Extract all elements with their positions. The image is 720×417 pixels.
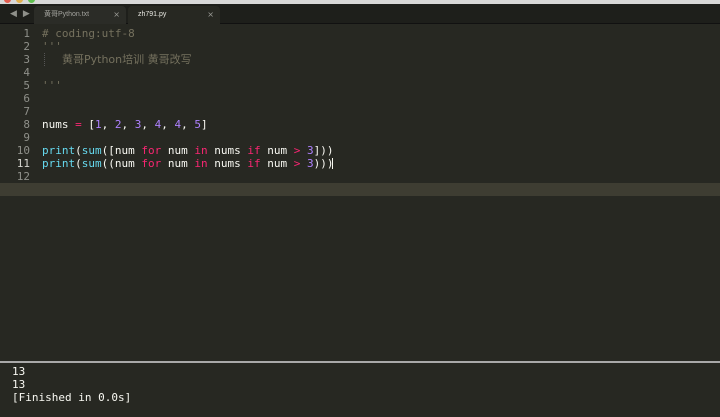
number-token: 3 xyxy=(307,157,314,170)
bracket-token: (( xyxy=(101,157,115,170)
builtin-token: print xyxy=(42,157,76,170)
number-token: 4 xyxy=(174,118,182,131)
tab-label: 黄哥Python.txt xyxy=(44,11,90,18)
docstring-close-token: ''' xyxy=(42,79,62,92)
line-number: 3 xyxy=(23,53,30,66)
line-number-gutter: 1 2 3 4 5 6 7 8 9 10 11 12 xyxy=(0,25,38,361)
tab-label: zh791.py xyxy=(138,11,167,18)
tab-close-icon[interactable]: × xyxy=(207,6,214,24)
variable-token: num xyxy=(114,157,135,170)
tab-close-icon[interactable]: × xyxy=(113,6,120,24)
docstring-open-token: ''' xyxy=(42,40,62,53)
variable-token: num xyxy=(267,144,288,157)
line-number: 4 xyxy=(23,66,30,79)
line-number: 5 xyxy=(23,79,30,92)
indent-guide xyxy=(44,53,45,66)
variable-token: nums xyxy=(214,157,241,170)
tab-huangge-python-txt[interactable]: 黄哥Python.txt × xyxy=(34,6,126,24)
line-number-current: 11 xyxy=(16,157,30,170)
keyword-token: in xyxy=(194,144,208,157)
line-number: 12 xyxy=(16,170,30,183)
number-token: 4 xyxy=(154,118,162,131)
output-status-line: [Finished in 0.0s] xyxy=(12,391,132,404)
bracket-token: ])) xyxy=(313,144,334,157)
variable-token: num xyxy=(114,144,135,157)
current-line-highlight xyxy=(0,183,720,196)
operator-token: > xyxy=(293,157,301,170)
bracket-token: ))) xyxy=(313,157,334,170)
code-editor[interactable]: 1 2 3 4 5 6 7 8 9 10 11 12 # coding:utf-… xyxy=(0,25,720,361)
number-token: 5 xyxy=(194,118,201,131)
text-cursor xyxy=(332,158,333,169)
bracket-token: ([ xyxy=(101,144,115,157)
variable-token: nums xyxy=(214,144,241,157)
code-line-3: 黄哥Python培训 黄哥改写 xyxy=(62,53,192,66)
line-number: 1 xyxy=(23,27,30,40)
operator-token: = xyxy=(75,118,82,131)
close-window-icon[interactable] xyxy=(4,0,11,3)
builtin-token: print xyxy=(42,144,76,157)
code-line-5: ''' xyxy=(42,79,62,92)
line-number: 8 xyxy=(23,118,30,131)
build-output-panel: 13 13 [Finished in 0.0s] xyxy=(0,363,720,417)
number-token: 1 xyxy=(95,118,102,131)
number-token: 3 xyxy=(307,144,314,157)
keyword-token: for xyxy=(141,144,162,157)
builtin-token: sum xyxy=(81,157,102,170)
back-arrow-icon[interactable]: ◀ xyxy=(10,8,17,20)
zoom-window-icon[interactable] xyxy=(28,0,35,3)
forward-arrow-icon[interactable]: ▶ xyxy=(23,8,30,20)
code-line-8: nums = [1, 2, 3, 4, 4, 5] xyxy=(42,118,208,131)
code-line-11: print(sum((num for num in nums if num > … xyxy=(42,157,334,170)
tab-zh791-py[interactable]: zh791.py × xyxy=(128,6,220,24)
line-number: 7 xyxy=(23,105,30,118)
keyword-token: in xyxy=(194,157,208,170)
output-line: 13 xyxy=(12,378,26,391)
keyword-token: if xyxy=(247,157,261,170)
minimize-window-icon[interactable] xyxy=(16,0,23,3)
bracket-token: [ xyxy=(88,118,95,131)
line-number: 6 xyxy=(23,92,30,105)
number-token: 2 xyxy=(114,118,122,131)
variable-token: num xyxy=(267,157,288,170)
output-line: 13 xyxy=(12,365,26,378)
keyword-token: if xyxy=(247,144,261,157)
variable-token: nums xyxy=(42,118,69,131)
variable-token: num xyxy=(167,144,188,157)
comment-token: # coding:utf-8 xyxy=(42,27,135,40)
tab-navigation: ◀ ▶ xyxy=(10,8,30,20)
number-token: 3 xyxy=(134,118,142,131)
line-number: 2 xyxy=(23,40,30,53)
tab-bar: ◀ ▶ 黄哥Python.txt × zh791.py × xyxy=(0,4,720,24)
keyword-token: for xyxy=(141,157,162,170)
docstring-text-token: 黄哥Python培训 黄哥改写 xyxy=(62,53,192,66)
builtin-token: sum xyxy=(81,144,102,157)
line-number: 10 xyxy=(16,144,30,157)
code-line-1: # coding:utf-8 xyxy=(42,27,135,40)
line-number: 9 xyxy=(23,131,30,144)
code-line-10: print(sum([num for num in nums if num > … xyxy=(42,144,334,157)
variable-token: num xyxy=(167,157,188,170)
code-line-2: ''' xyxy=(42,40,62,53)
bracket-token: ] xyxy=(201,118,208,131)
operator-token: > xyxy=(293,144,301,157)
